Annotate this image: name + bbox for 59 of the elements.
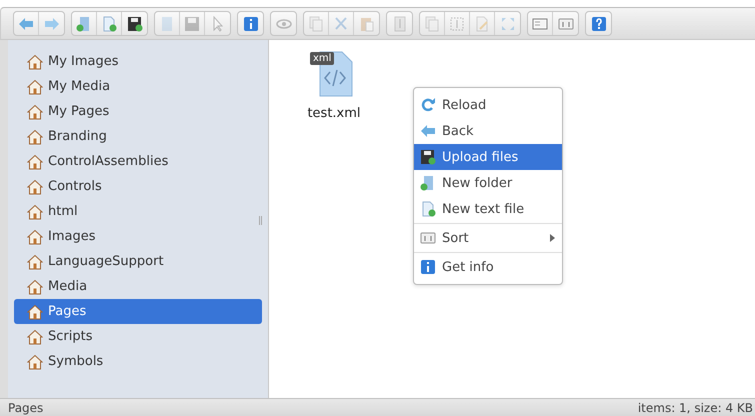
scissors-icon	[333, 16, 349, 32]
items-summary: items: 1, size: 4 KB	[638, 400, 753, 414]
info-icon	[420, 259, 436, 275]
current-path: Pages	[8, 400, 44, 414]
new-file-icon	[101, 16, 117, 32]
file-name: test.xml	[307, 106, 361, 121]
clipboard-icon	[358, 16, 374, 32]
menu-item[interactable]: Back	[414, 118, 562, 144]
sort-icon	[420, 230, 436, 246]
house-icon	[27, 204, 43, 220]
sidebar-item[interactable]: ControlAssemblies	[14, 149, 262, 174]
forward-arrow-icon	[44, 16, 60, 32]
sidebar-item[interactable]: My Media	[14, 74, 262, 99]
house-icon	[27, 354, 43, 370]
sidebar-item[interactable]: Controls	[14, 174, 262, 199]
house-icon	[27, 328, 43, 344]
sidebar-item[interactable]: My Pages	[14, 99, 262, 124]
sort-icon	[558, 16, 574, 32]
house-icon	[27, 278, 43, 294]
list-view-icon	[532, 16, 548, 32]
menu-item[interactable]: Reload	[414, 92, 562, 118]
copy-icon	[308, 16, 324, 32]
menu-item[interactable]: New folder	[414, 170, 562, 196]
sidebar-item[interactable]: Media	[14, 274, 262, 299]
new-folder-icon	[420, 175, 436, 191]
house-icon	[27, 78, 43, 94]
house-icon	[27, 104, 43, 120]
sidebar-item[interactable]: Branding	[14, 124, 262, 149]
reload-icon	[420, 97, 436, 113]
menu-item[interactable]: New text file	[414, 196, 562, 222]
new-folder-icon	[76, 16, 92, 32]
resize-icon	[500, 16, 516, 32]
menu-item[interactable]: Sort	[414, 225, 562, 251]
house-icon	[27, 128, 43, 144]
help-icon	[590, 16, 606, 32]
sidebar-item[interactable]: Scripts	[14, 324, 262, 349]
selection-icon	[449, 16, 465, 32]
sidebar-item[interactable]: My Images	[14, 49, 262, 74]
info-icon	[242, 16, 258, 32]
house-icon	[27, 304, 43, 320]
house-icon	[27, 154, 43, 170]
house-icon	[27, 178, 43, 194]
edit-icon	[474, 16, 490, 32]
sidebar-item[interactable]: Symbols	[14, 349, 262, 374]
house-icon	[27, 228, 43, 244]
sidebar-item[interactable]: Pages	[14, 299, 262, 324]
back-arrow-icon	[420, 123, 436, 139]
house-icon	[27, 54, 43, 70]
sidebar-item[interactable]: Images	[14, 224, 262, 249]
sidebar-item[interactable]: html	[14, 199, 262, 224]
copy-icon	[424, 16, 440, 32]
sidebar-item[interactable]: LanguageSupport	[14, 249, 262, 274]
new-file-icon	[420, 201, 436, 217]
house-icon	[27, 254, 43, 270]
menu-item[interactable]: Get info	[414, 254, 562, 280]
back-arrow-icon	[18, 16, 34, 32]
file-type-badge: xml	[310, 52, 334, 65]
resize-handle[interactable]	[259, 216, 262, 225]
menu-item[interactable]: Upload files	[414, 144, 562, 170]
